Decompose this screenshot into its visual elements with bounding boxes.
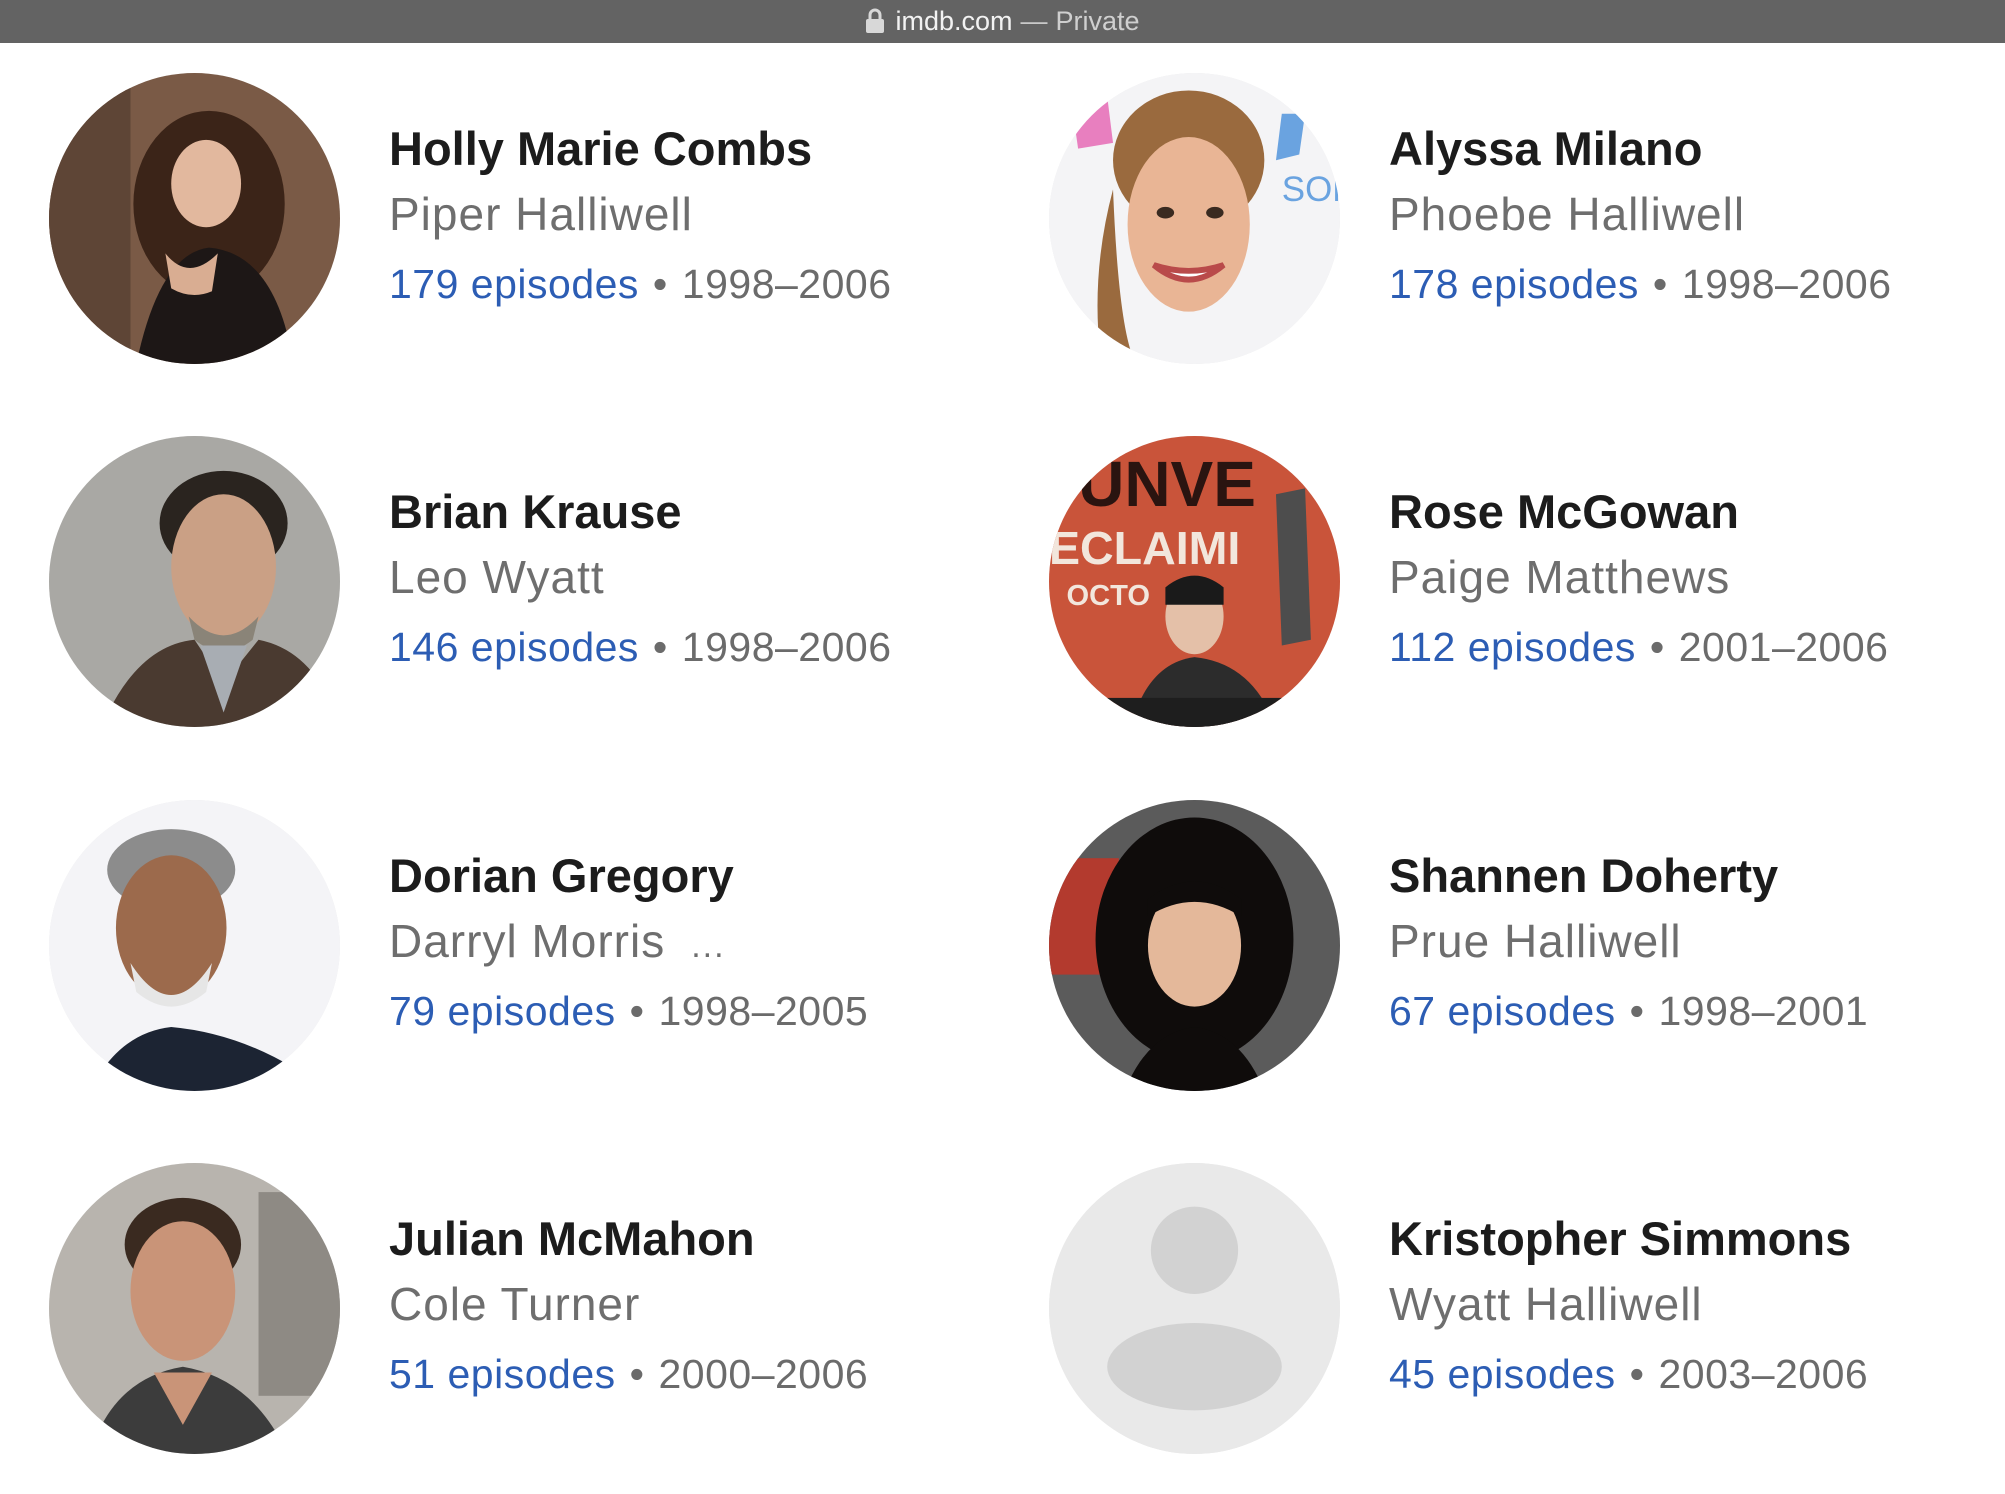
address-separator: —: [1020, 6, 1048, 36]
actor-name[interactable]: Alyssa Milano: [1389, 120, 2005, 178]
actor-photo[interactable]: [49, 436, 340, 727]
episodes-line: 179 episodes • 1998–2006: [389, 251, 1029, 317]
character-name[interactable]: Phoebe Halliwell: [1389, 178, 2005, 251]
episodes-line: 178 episodes • 1998–2006: [1389, 251, 2005, 317]
episodes-link[interactable]: 179 episodes: [389, 261, 639, 307]
episodes-line: 51 episodes • 2000–2006: [389, 1341, 1029, 1407]
years-range: 1998–2006: [681, 261, 892, 307]
years-range: 2000–2006: [658, 1351, 869, 1397]
actor-photo[interactable]: [49, 73, 340, 364]
episodes-link[interactable]: 45 episodes: [1389, 1351, 1616, 1397]
episodes-line: 146 episodes • 1998–2006: [389, 614, 1029, 680]
lock-icon: [865, 8, 885, 34]
episodes-link[interactable]: 146 episodes: [389, 624, 639, 670]
episodes-line: 45 episodes • 2003–2006: [1389, 1341, 2005, 1407]
actor-name[interactable]: Holly Marie Combs: [389, 120, 1029, 178]
actor-name[interactable]: Julian McMahon: [389, 1210, 1029, 1268]
separator-dot: •: [1652, 261, 1668, 307]
separator-dot: •: [1629, 988, 1645, 1034]
cast-member-card[interactable]: UNVE ECLAIMI OCTO Rose McGowan Paige Mat…: [1049, 436, 2005, 736]
cast-member-card[interactable]: Brian Krause Leo Wyatt 146 episodes • 1998…: [49, 436, 1009, 736]
episodes-line: 112 episodes • 2001–2006: [1389, 614, 2005, 680]
svg-text:UNVE: UNVE: [1078, 448, 1256, 520]
cast-member-card[interactable]: Julian McMahon Cole Turner 51 episodes • 2…: [49, 1163, 1009, 1463]
separator-dot: •: [629, 988, 645, 1034]
episodes-link[interactable]: 67 episodes: [1389, 988, 1616, 1034]
private-mode-label: Private: [1055, 6, 1140, 36]
actor-photo[interactable]: [1049, 800, 1340, 1091]
character-name: Darryl Morris...: [389, 905, 1029, 978]
actor-name[interactable]: Brian Krause: [389, 483, 1029, 541]
episodes-link[interactable]: 112 episodes: [1389, 624, 1636, 670]
character-name[interactable]: Piper Halliwell: [389, 178, 1029, 251]
cast-member-card[interactable]: Kristopher Simmons Wyatt Halliwell 45 ep…: [1049, 1163, 2005, 1463]
character-name[interactable]: Wyatt Halliwell: [1389, 1268, 2005, 1341]
episodes-line: 79 episodes • 1998–2005: [389, 978, 1029, 1044]
actor-photo[interactable]: SOM: [1049, 73, 1340, 364]
actor-name[interactable]: Shannen Doherty: [1389, 847, 2005, 905]
cast-member-card[interactable]: Dorian Gregory Darryl Morris... 79 episo…: [49, 800, 1009, 1100]
cast-member-card[interactable]: SOM Alyssa Milano Phoebe Halliwell 178 e…: [1049, 73, 2005, 373]
separator-dot: •: [1649, 624, 1665, 670]
actor-photo[interactable]: [49, 800, 340, 1091]
episodes-line: 67 episodes • 1998–2001: [1389, 978, 2005, 1044]
character-name-text[interactable]: Darryl Morris: [389, 915, 665, 967]
episodes-link[interactable]: 178 episodes: [1389, 261, 1639, 307]
years-range: 1998–2006: [681, 624, 892, 670]
actor-photo[interactable]: [49, 1163, 340, 1454]
years-range: 2001–2006: [1678, 624, 1889, 670]
actor-name[interactable]: Dorian Gregory: [389, 847, 1029, 905]
browser-address-bar[interactable]: imdb.com — Private: [0, 0, 2005, 43]
svg-text:OCTO: OCTO: [1066, 580, 1150, 612]
separator-dot: •: [629, 1351, 645, 1397]
years-range: 1998–2001: [1658, 988, 1869, 1034]
years-range: 1998–2005: [658, 988, 869, 1034]
separator-dot: •: [1629, 1351, 1645, 1397]
svg-text:ECLAIMI: ECLAIMI: [1049, 522, 1240, 574]
character-name[interactable]: Paige Matthews: [1389, 541, 2005, 614]
more-characters-ellipsis[interactable]: ...: [691, 927, 725, 965]
character-name[interactable]: Cole Turner: [389, 1268, 1029, 1341]
separator-dot: •: [652, 624, 668, 670]
years-range: 2003–2006: [1658, 1351, 1869, 1397]
cast-member-card[interactable]: Holly Marie Combs Piper Halliwell 179 ep…: [49, 73, 1009, 373]
episodes-link[interactable]: 79 episodes: [389, 988, 616, 1034]
address-domain: imdb.com: [895, 6, 1013, 36]
svg-text:SOM: SOM: [1282, 170, 1340, 209]
cast-member-card[interactable]: Shannen Doherty Prue Halliwell 67 episod…: [1049, 800, 2005, 1100]
character-name[interactable]: Leo Wyatt: [389, 541, 1029, 614]
actor-name[interactable]: Kristopher Simmons: [1389, 1210, 2005, 1268]
separator-dot: •: [652, 261, 668, 307]
years-range: 1998–2006: [1681, 261, 1892, 307]
actor-photo[interactable]: UNVE ECLAIMI OCTO: [1049, 436, 1340, 727]
character-name[interactable]: Prue Halliwell: [1389, 905, 2005, 978]
episodes-link[interactable]: 51 episodes: [389, 1351, 616, 1397]
actor-name[interactable]: Rose McGowan: [1389, 483, 2005, 541]
person-placeholder-icon[interactable]: [1049, 1163, 1340, 1454]
